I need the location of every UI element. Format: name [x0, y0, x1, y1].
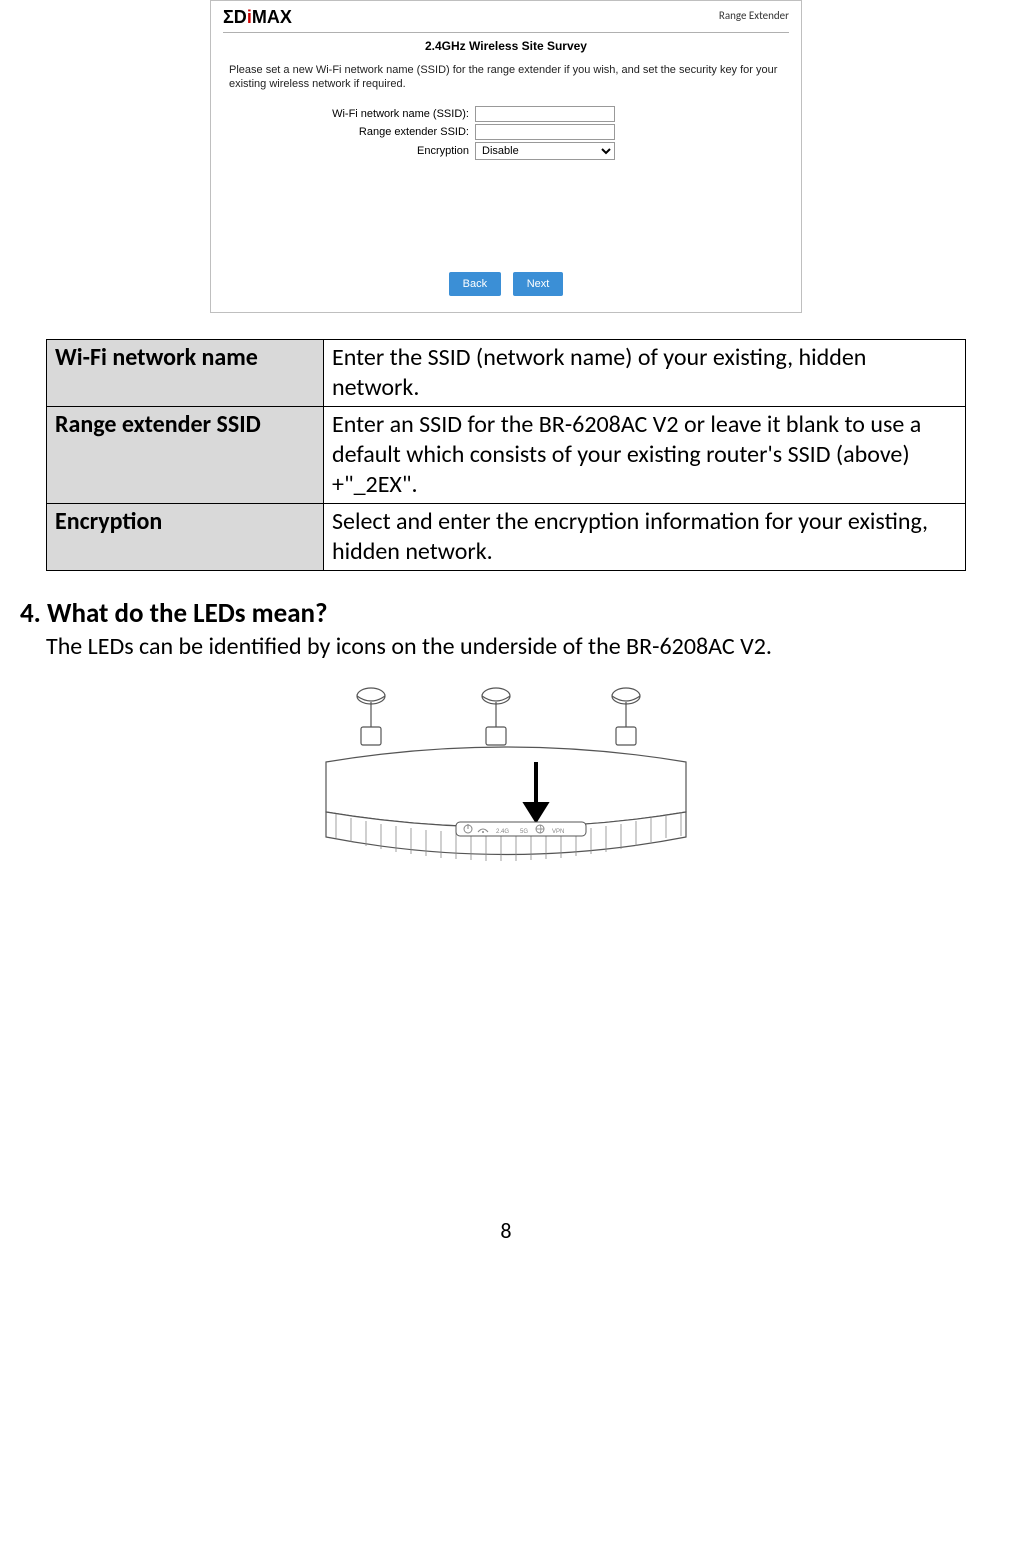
encryption-label: Encryption	[229, 145, 475, 157]
logo-prefix: ΣD	[223, 7, 247, 27]
extender-ssid-input[interactable]	[475, 124, 615, 140]
section-heading: 4. What do the LEDs mean?	[20, 597, 1012, 630]
table-body: Select and enter the encryption informat…	[324, 503, 966, 570]
table-head: Wi-Fi network name	[47, 339, 324, 406]
table-row: Encryption Select and enter the encrypti…	[47, 503, 966, 570]
page-number: 8	[0, 1217, 1012, 1244]
next-button[interactable]: Next	[513, 272, 564, 296]
config-screenshot: ΣDiMAX Range Extender 2.4GHz Wireless Si…	[210, 0, 802, 313]
ssid-label: Wi-Fi network name (SSID):	[229, 108, 475, 120]
table-body: Enter the SSID (network name) of your ex…	[324, 339, 966, 406]
field-description-table: Wi-Fi network name Enter the SSID (netwo…	[46, 339, 966, 571]
device-illustration: 2.4G 5G VPN	[296, 672, 716, 1017]
panel-title: 2.4GHz Wireless Site Survey	[211, 39, 801, 53]
extender-ssid-label: Range extender SSID:	[229, 126, 475, 138]
table-row: Wi-Fi network name Enter the SSID (netwo…	[47, 339, 966, 406]
table-row: Range extender SSID Enter an SSID for th…	[47, 406, 966, 503]
led-label-5g: 5G	[520, 829, 528, 835]
section-text: The LEDs can be identified by icons on t…	[46, 632, 972, 662]
led-label-24g: 2.4G	[496, 829, 509, 835]
table-head: Encryption	[47, 503, 324, 570]
table-head: Range extender SSID	[47, 406, 324, 503]
mode-label: Range Extender	[719, 7, 789, 22]
back-button[interactable]: Back	[449, 272, 501, 296]
logo-suffix: MAX	[252, 7, 292, 27]
panel-instruction: Please set a new Wi-Fi network name (SSI…	[211, 63, 801, 92]
led-label-vpn: VPN	[552, 829, 564, 835]
table-body: Enter an SSID for the BR-6208AC V2 or le…	[324, 406, 966, 503]
brand-logo: ΣDiMAX	[223, 7, 292, 28]
encryption-select[interactable]: Disable	[475, 142, 615, 160]
ssid-input[interactable]	[475, 106, 615, 122]
divider	[223, 32, 789, 33]
